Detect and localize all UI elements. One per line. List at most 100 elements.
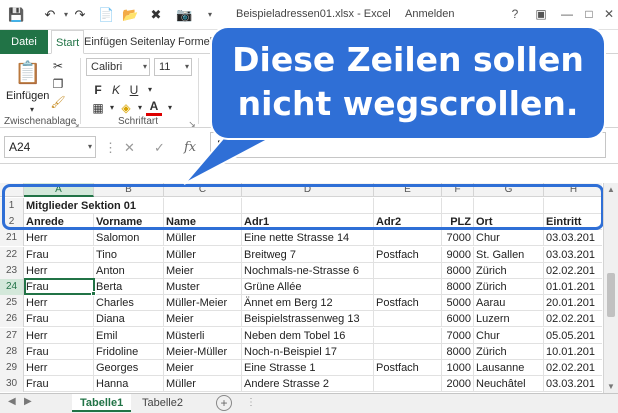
- cell-c21[interactable]: Müller: [164, 230, 242, 247]
- cell-d23[interactable]: Nochmals-ne-Strasse 6: [242, 262, 374, 279]
- cell-b25[interactable]: Charles: [94, 295, 164, 312]
- cell-h23[interactable]: 02.02.201: [544, 262, 604, 279]
- paste-label[interactable]: Einfügen: [6, 90, 49, 102]
- cell-b26[interactable]: Diana: [94, 311, 164, 328]
- cell-a25[interactable]: Herr: [24, 295, 94, 312]
- vertical-scrollbar[interactable]: ▲ ▼: [603, 183, 618, 393]
- cell-e23[interactable]: [374, 262, 442, 279]
- font-color-button[interactable]: A: [146, 100, 162, 116]
- cell-f23[interactable]: 8000: [442, 262, 474, 279]
- cell-a22[interactable]: Frau: [24, 246, 94, 263]
- cell-e24[interactable]: [374, 279, 442, 295]
- tab-file[interactable]: Datei: [0, 30, 48, 54]
- cell-b21[interactable]: Salomon: [94, 230, 164, 247]
- cell-f21[interactable]: 7000: [442, 230, 474, 247]
- cell-c26[interactable]: Meier: [164, 311, 242, 328]
- cell-f28[interactable]: 8000: [442, 343, 474, 360]
- cell-a23[interactable]: Herr: [24, 262, 94, 279]
- cell-d29[interactable]: Eine Strasse 1: [242, 360, 374, 376]
- font-name-select[interactable]: Calibri ▾: [86, 58, 150, 76]
- row-header[interactable]: 21: [0, 230, 24, 247]
- cell-d27[interactable]: Neben dem Tobel 16: [242, 327, 374, 344]
- new-document-icon[interactable]: 📄: [98, 7, 114, 23]
- cell-e29[interactable]: Postfach: [374, 360, 442, 376]
- cell-h21[interactable]: 03.03.201: [544, 230, 604, 247]
- next-sheet-icon[interactable]: ▶: [24, 396, 32, 407]
- cell-e30[interactable]: [374, 376, 442, 393]
- cancel-icon[interactable]: ✕: [124, 140, 135, 156]
- cell-d24[interactable]: Grüne Allée: [242, 279, 374, 295]
- cell-g24[interactable]: Zürich: [474, 279, 544, 295]
- cell-f24[interactable]: 8000: [442, 279, 474, 295]
- cell-g28[interactable]: Zürich: [474, 343, 544, 360]
- cell-d22[interactable]: Breitweg 7: [242, 246, 374, 263]
- cell-a29[interactable]: Herr: [24, 360, 94, 376]
- tab-page-layout[interactable]: Seitenlay: [126, 30, 179, 54]
- cell-g27[interactable]: Chur: [474, 327, 544, 344]
- cell-b27[interactable]: Emil: [94, 327, 164, 344]
- cell-e28[interactable]: [374, 343, 442, 360]
- cell-c27[interactable]: Müsterli: [164, 327, 242, 344]
- cell-c24[interactable]: Muster: [164, 279, 242, 295]
- row-header[interactable]: 30: [0, 376, 24, 393]
- confirm-icon[interactable]: ✓: [154, 140, 165, 156]
- cell-f26[interactable]: 6000: [442, 311, 474, 328]
- add-sheet-icon[interactable]: +: [216, 395, 232, 411]
- undo-icon[interactable]: ↶: [42, 7, 58, 23]
- cell-f22[interactable]: 9000: [442, 246, 474, 263]
- sheet-tab-tabelle1[interactable]: Tabelle1: [72, 394, 132, 412]
- cell-f25[interactable]: 5000: [442, 295, 474, 312]
- format-painter-icon[interactable]: 🖌: [50, 94, 66, 110]
- help-button[interactable]: ?: [504, 4, 526, 24]
- cell-c28[interactable]: Meier-Müller: [164, 343, 242, 360]
- sheet-tab-tabelle2[interactable]: Tabelle2: [134, 394, 191, 412]
- cell-b29[interactable]: Georges: [94, 360, 164, 376]
- cell-b24[interactable]: Berta: [94, 279, 164, 295]
- cell-d30[interactable]: Andere Strasse 2: [242, 376, 374, 393]
- cell-d28[interactable]: Noch-n-Beispiel 17: [242, 343, 374, 360]
- redo-icon[interactable]: ↷: [72, 7, 88, 23]
- cell-c23[interactable]: Meier: [164, 262, 242, 279]
- cell-h29[interactable]: 02.02.201: [544, 360, 604, 376]
- underline-dropdown-icon[interactable]: ▾: [142, 82, 158, 98]
- cell-a21[interactable]: Herr: [24, 230, 94, 247]
- font-color-dropdown-icon[interactable]: ▾: [162, 100, 178, 116]
- insert-function-button[interactable]: fx: [184, 140, 196, 155]
- cell-b22[interactable]: Tino: [94, 246, 164, 263]
- cell-h28[interactable]: 10.01.201: [544, 343, 604, 360]
- copy-icon[interactable]: ❐: [50, 76, 66, 92]
- row-header[interactable]: 24: [0, 279, 24, 295]
- cell-h27[interactable]: 05.05.201: [544, 327, 604, 344]
- cell-a27[interactable]: Herr: [24, 327, 94, 344]
- fill-handle[interactable]: [91, 291, 96, 296]
- row-header[interactable]: 25: [0, 295, 24, 312]
- cell-h22[interactable]: 03.03.201: [544, 246, 604, 263]
- cell-c25[interactable]: Müller-Meier: [164, 295, 242, 312]
- cell-e25[interactable]: Postfach: [374, 295, 442, 312]
- bold-button[interactable]: F: [90, 82, 106, 98]
- cell-e27[interactable]: [374, 327, 442, 344]
- cell-h30[interactable]: 03.03.201: [544, 376, 604, 393]
- cell-g30[interactable]: Neuchâtel: [474, 376, 544, 393]
- cell-c22[interactable]: Müller: [164, 246, 242, 263]
- open-folder-icon[interactable]: 📂: [122, 7, 138, 23]
- row-header[interactable]: 29: [0, 360, 24, 376]
- signin-link[interactable]: Anmelden: [405, 8, 455, 20]
- cell-h26[interactable]: 02.02.201: [544, 311, 604, 328]
- cell-e21[interactable]: [374, 230, 442, 247]
- cell-b23[interactable]: Anton: [94, 262, 164, 279]
- cell-f29[interactable]: 1000: [442, 360, 474, 376]
- cell-d26[interactable]: Beispielstrassenweg 13: [242, 311, 374, 328]
- row-header[interactable]: 23: [0, 262, 24, 279]
- paste-icon[interactable]: 📋: [14, 58, 41, 88]
- camera-icon[interactable]: 📷: [176, 7, 192, 23]
- cell-d25[interactable]: Ännet em Berg 12: [242, 295, 374, 312]
- minimize-icon[interactable]: —: [556, 4, 578, 24]
- cell-d21[interactable]: Eine nette Strasse 14: [242, 230, 374, 247]
- row-header[interactable]: 27: [0, 327, 24, 344]
- cell-f27[interactable]: 7000: [442, 327, 474, 344]
- cell-a28[interactable]: Frau: [24, 343, 94, 360]
- ribbon-display-icon[interactable]: ▣: [530, 4, 552, 24]
- cell-h25[interactable]: 20.01.201: [544, 295, 604, 312]
- cell-g26[interactable]: Luzern: [474, 311, 544, 328]
